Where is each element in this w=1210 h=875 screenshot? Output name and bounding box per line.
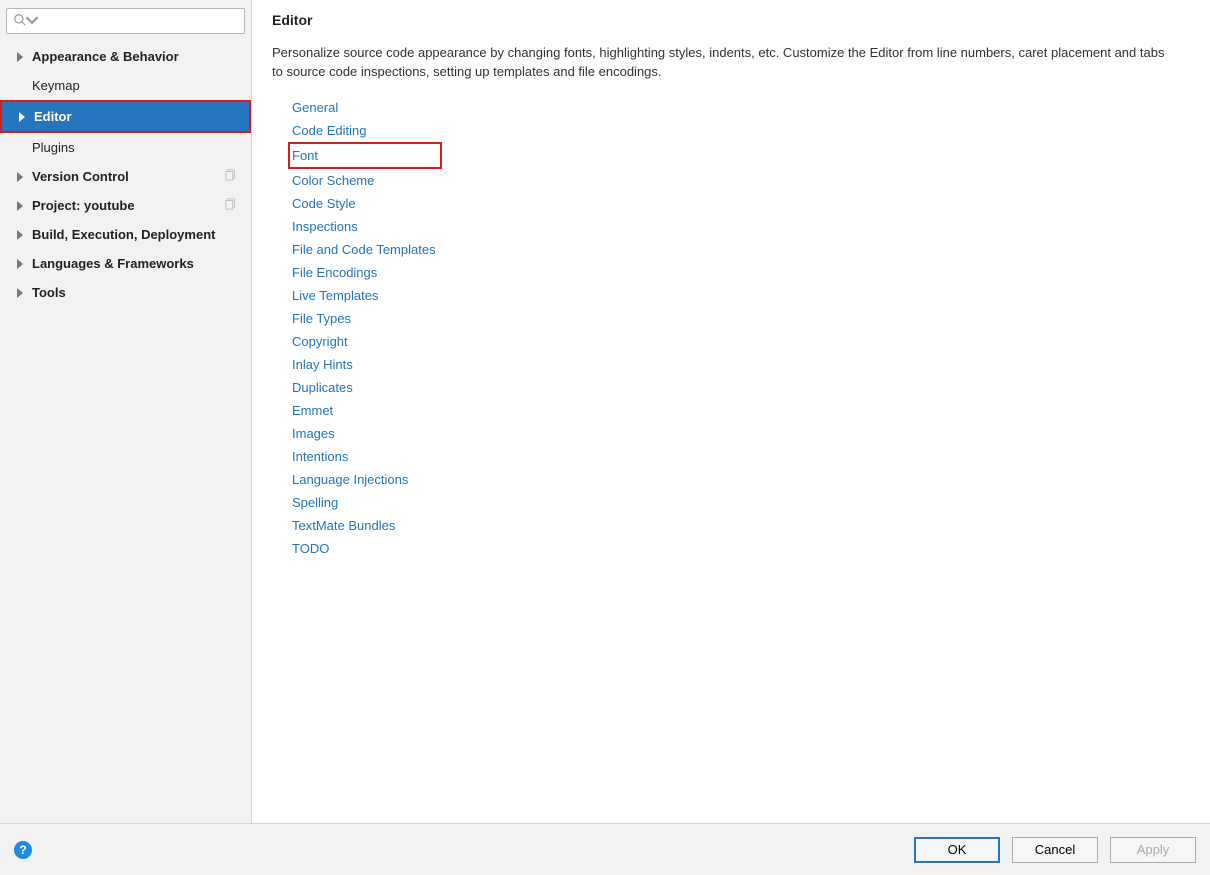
- chevron-right-icon: [12, 288, 28, 298]
- apply-button[interactable]: Apply: [1110, 837, 1196, 863]
- sidebar-item-label: Languages & Frameworks: [28, 256, 194, 271]
- editor-link-file-encodings[interactable]: File Encodings: [292, 261, 1190, 284]
- settings-main-panel: Editor Personalize source code appearanc…: [252, 0, 1210, 823]
- project-scope-icon: [225, 198, 237, 213]
- sidebar-item-tools[interactable]: Tools: [0, 278, 251, 307]
- cancel-button[interactable]: Cancel: [1012, 837, 1098, 863]
- sidebar-item-label: Plugins: [28, 140, 75, 155]
- highlight-box-editor: Editor: [0, 100, 251, 133]
- sidebar-item-label: Keymap: [28, 78, 80, 93]
- page-title: Editor: [272, 12, 1190, 28]
- sidebar-item-appearance-behavior[interactable]: Appearance & Behavior: [0, 42, 251, 71]
- editor-subpage-links: GeneralCode EditingFontColor SchemeCode …: [272, 96, 1190, 560]
- chevron-right-icon: [12, 201, 28, 211]
- chevron-right-icon: [12, 52, 28, 62]
- editor-link-textmate-bundles[interactable]: TextMate Bundles: [292, 514, 1190, 537]
- chevron-right-icon: [12, 172, 28, 182]
- editor-link-emmet[interactable]: Emmet: [292, 399, 1190, 422]
- sidebar-item-project-youtube[interactable]: Project: youtube: [0, 191, 251, 220]
- sidebar-item-editor[interactable]: Editor: [2, 102, 249, 131]
- sidebar-item-version-control[interactable]: Version Control: [0, 162, 251, 191]
- editor-link-images[interactable]: Images: [292, 422, 1190, 445]
- ok-button[interactable]: OK: [914, 837, 1000, 863]
- project-scope-icon: [225, 169, 237, 184]
- editor-link-copyright[interactable]: Copyright: [292, 330, 1190, 353]
- sidebar-item-label: Project: youtube: [28, 198, 135, 213]
- sidebar-item-label: Build, Execution, Deployment: [28, 227, 215, 242]
- dialog-footer: ? OK Cancel Apply: [0, 823, 1210, 875]
- editor-link-spelling[interactable]: Spelling: [292, 491, 1190, 514]
- editor-link-font[interactable]: Font: [288, 142, 442, 169]
- help-button[interactable]: ?: [14, 841, 32, 859]
- editor-link-file-and-code-templates[interactable]: File and Code Templates: [292, 238, 1190, 261]
- sidebar-item-label: Tools: [28, 285, 66, 300]
- editor-link-color-scheme[interactable]: Color Scheme: [292, 169, 1190, 192]
- page-description: Personalize source code appearance by ch…: [272, 44, 1172, 82]
- editor-link-language-injections[interactable]: Language Injections: [292, 468, 1190, 491]
- chevron-right-icon: [14, 112, 30, 122]
- editor-link-code-editing[interactable]: Code Editing: [292, 119, 1190, 142]
- editor-link-file-types[interactable]: File Types: [292, 307, 1190, 330]
- editor-link-todo[interactable]: TODO: [292, 537, 1190, 560]
- chevron-right-icon: [12, 230, 28, 240]
- sidebar-item-plugins[interactable]: Plugins: [0, 133, 251, 162]
- editor-link-live-templates[interactable]: Live Templates: [292, 284, 1190, 307]
- settings-sidebar: Appearance & Behavior Keymap Editor Plugins…: [0, 0, 252, 823]
- search-input-wrapper[interactable]: [6, 8, 245, 34]
- editor-link-general[interactable]: General: [292, 96, 1190, 119]
- sidebar-item-languages-frameworks[interactable]: Languages & Frameworks: [0, 249, 251, 278]
- settings-tree: Appearance & Behavior Keymap Editor Plugins…: [0, 42, 251, 307]
- search-input[interactable]: [43, 14, 238, 29]
- editor-link-code-style[interactable]: Code Style: [292, 192, 1190, 215]
- sidebar-item-label: Appearance & Behavior: [28, 49, 179, 64]
- editor-link-duplicates[interactable]: Duplicates: [292, 376, 1190, 399]
- editor-link-inlay-hints[interactable]: Inlay Hints: [292, 353, 1190, 376]
- chevron-right-icon: [12, 259, 28, 269]
- chevron-down-icon: [25, 13, 39, 30]
- editor-link-inspections[interactable]: Inspections: [292, 215, 1190, 238]
- editor-link-intentions[interactable]: Intentions: [292, 445, 1190, 468]
- sidebar-item-build-execution-deployment[interactable]: Build, Execution, Deployment: [0, 220, 251, 249]
- sidebar-item-keymap[interactable]: Keymap: [0, 71, 251, 100]
- sidebar-item-label: Editor: [30, 109, 72, 124]
- sidebar-item-label: Version Control: [28, 169, 129, 184]
